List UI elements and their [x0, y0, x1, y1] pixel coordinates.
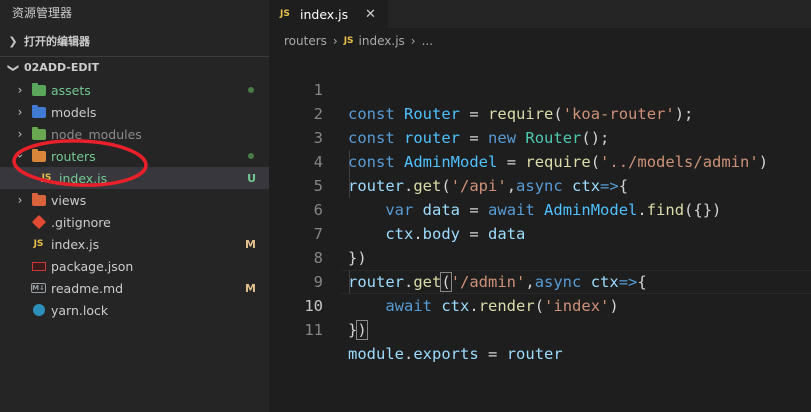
folder-assets-icon: [31, 82, 46, 97]
explorer-sidebar: 资源管理器 ❯ 打开的编辑器 ❯ 02ADD-EDIT › assets › m…: [0, 0, 269, 412]
tree-item-label: views: [51, 192, 87, 208]
code-line-1: 1 const Router = require('koa-router');: [269, 54, 811, 123]
tree-item-label: models: [51, 104, 97, 120]
code-line-8: 8 router.get('/admin',async ctx=>{: [269, 222, 811, 292]
code-line-10: 10 }): [269, 270, 811, 340]
project-section[interactable]: ❯ 02ADD-EDIT: [0, 57, 269, 79]
tree-item-yarn-lock[interactable]: yarn.lock: [0, 299, 269, 321]
markdown-file-icon: M↓: [31, 283, 46, 293]
folder-node-icon: [31, 126, 46, 141]
tree-item-index-js[interactable]: JS index.js M: [0, 233, 269, 255]
editor-tabbar: JS index.js ✕: [269, 0, 811, 28]
git-file-icon: [31, 214, 46, 230]
folder-models-icon: [31, 104, 46, 119]
open-editors-section[interactable]: ❯ 打开的编辑器: [0, 31, 269, 53]
code-editor: JS index.js ✕ routers › JS index.js › ..…: [269, 0, 811, 412]
tree-item-package-json[interactable]: package.json: [0, 255, 269, 277]
tree-item-label: yarn.lock: [51, 302, 109, 318]
code-line-2: 2 const router = new Router();: [269, 78, 811, 147]
chevron-down-icon: ›: [13, 153, 27, 159]
breadcrumb-folder[interactable]: routers: [284, 34, 327, 48]
tree-item-assets[interactable]: › assets: [0, 79, 269, 101]
chevron-right-icon: ›: [17, 127, 23, 141]
tree-item-label: .gitignore: [51, 214, 111, 230]
chevron-right-icon: ❯: [8, 35, 18, 48]
code-line-3: 3 const AdminModel = require('../models/…: [269, 102, 811, 171]
code-area[interactable]: 1 const Router = require('koa-router'); …: [269, 54, 811, 363]
git-untracked-badge: U: [247, 171, 256, 185]
tree-item-routers-index-js[interactable]: JS index.js U: [0, 167, 269, 189]
breadcrumb-symbol[interactable]: ...: [422, 34, 433, 48]
git-modified-badge: M: [245, 237, 256, 251]
explorer-title: 资源管理器: [12, 6, 73, 20]
open-editors-label: 打开的编辑器: [24, 35, 90, 48]
code-line-4: 4 router.get('/api',async ctx=>{: [269, 126, 811, 195]
project-label: 02ADD-EDIT: [24, 61, 100, 74]
code-line-7: 7 }): [269, 198, 811, 267]
tab-index-js[interactable]: JS index.js ✕: [269, 0, 388, 28]
tree-item-routers[interactable]: › routers: [0, 145, 269, 167]
npm-file-icon: [31, 260, 46, 273]
js-file-icon: JS: [343, 36, 354, 46]
chevron-down-icon: ❯: [7, 63, 20, 73]
tree-item-label: readme.md: [51, 280, 124, 296]
git-status-dot: [248, 153, 254, 159]
code-line-5: 5 var data = await AdminModel.find({}): [269, 150, 811, 219]
tree-item-label: assets: [51, 82, 91, 98]
tree-item-gitignore[interactable]: .gitignore: [0, 211, 269, 233]
tab-label: index.js: [300, 6, 349, 22]
line-number: 11: [304, 321, 323, 339]
tree-item-label: index.js: [59, 170, 108, 186]
code-line-6: 6 ctx.body = data: [269, 174, 811, 243]
code-line-11: 11 module.exports = router: [269, 294, 811, 363]
yarn-file-icon: [31, 304, 46, 317]
js-file-icon: JS: [33, 239, 44, 249]
close-icon[interactable]: ✕: [365, 7, 376, 22]
folder-views-icon: [31, 192, 46, 207]
breadcrumb: routers › JS index.js › ...: [269, 28, 811, 54]
tree-item-models[interactable]: › models: [0, 101, 269, 123]
js-file-icon: JS: [280, 9, 290, 19]
chevron-right-icon: ›: [17, 193, 23, 207]
chevron-right-icon: ›: [410, 34, 416, 48]
tree-item-label: package.json: [51, 258, 134, 274]
chevron-right-icon: ›: [17, 105, 23, 119]
tree-item-views[interactable]: › views: [0, 189, 269, 211]
code-line-9: 9 await ctx.render('index'): [269, 246, 811, 315]
tree-item-label: routers: [51, 148, 96, 164]
tree-item-label: index.js: [51, 236, 100, 252]
chevron-right-icon: ›: [332, 34, 338, 48]
chevron-right-icon: ›: [17, 83, 23, 97]
git-modified-badge: M: [245, 281, 256, 295]
tree-item-label: node_modules: [51, 126, 142, 142]
breadcrumb-file[interactable]: index.js: [359, 34, 405, 48]
tree-item-readme-md[interactable]: M↓ readme.md M: [0, 277, 269, 299]
git-status-dot: [248, 87, 254, 93]
tree-item-node-modules[interactable]: › node_modules: [0, 123, 269, 145]
folder-routers-icon: [31, 148, 46, 163]
js-file-icon: JS: [41, 173, 52, 183]
